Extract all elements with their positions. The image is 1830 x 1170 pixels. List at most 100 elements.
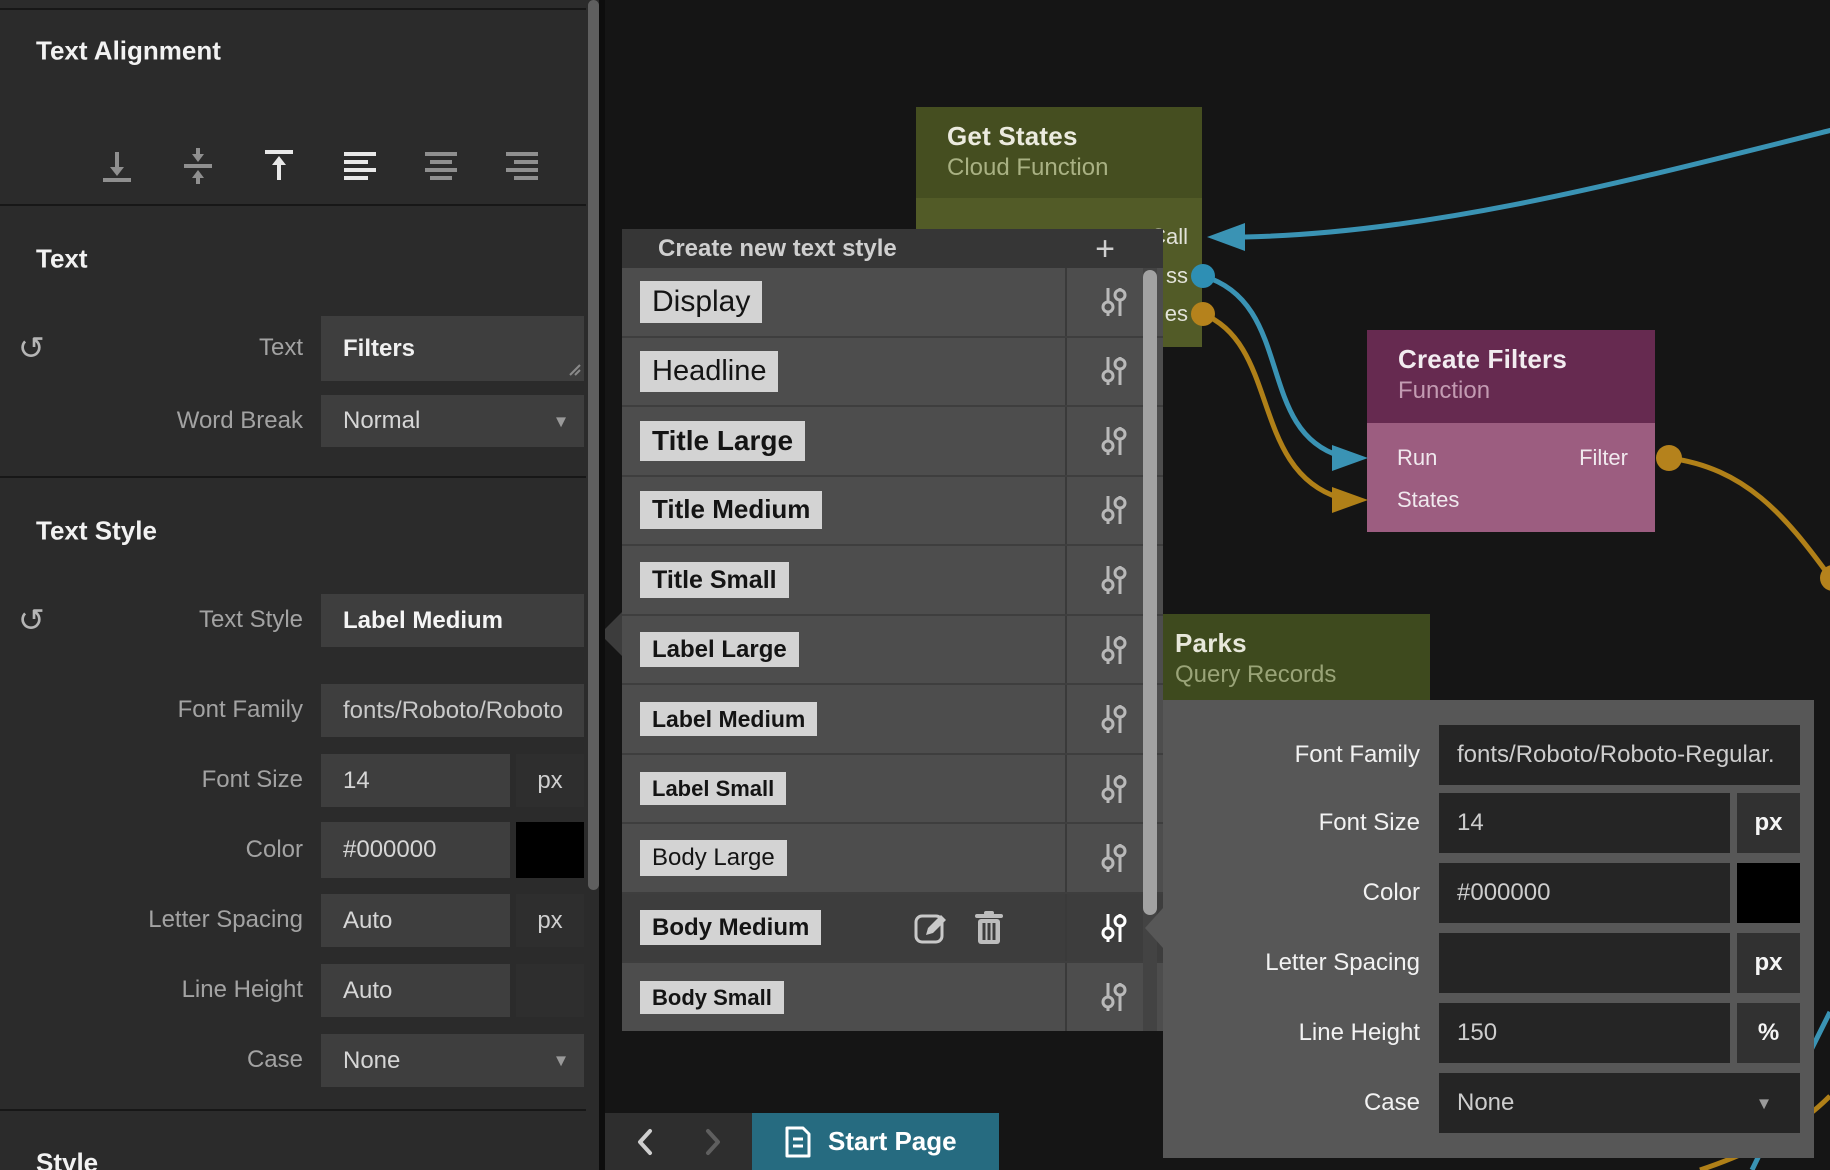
list-item-label-medium[interactable]: Label Medium — [622, 683, 1163, 753]
wire-call — [1245, 130, 1830, 237]
node-subtitle: Cloud Function — [947, 154, 1202, 182]
tab-start-page[interactable]: Start Page — [752, 1113, 999, 1170]
font-size-unit[interactable]: px — [516, 754, 584, 807]
font-family-label: Font Family — [1163, 741, 1420, 769]
node-create-filters-header: Create Filters Function — [1367, 330, 1655, 423]
list-item-body-small[interactable]: Body Small — [622, 961, 1163, 1031]
line-height-unit[interactable] — [516, 964, 584, 1017]
font-size-field[interactable]: 14 — [1439, 793, 1730, 853]
sliders-icon[interactable] — [1099, 354, 1129, 388]
filter-output-port[interactable] — [1656, 445, 1682, 471]
text-alignment-buttons — [97, 146, 542, 186]
letter-spacing-label: Letter Spacing — [0, 906, 303, 934]
states-input-arrow[interactable] — [1332, 487, 1368, 513]
word-break-select[interactable]: Normal — [321, 395, 584, 447]
page-tab-bar: Start Page — [605, 1113, 999, 1170]
text-section-heading: Text — [36, 244, 88, 275]
node-subtitle: Query Records — [1175, 661, 1430, 689]
color-swatch[interactable] — [516, 822, 584, 878]
line-height-field[interactable]: 150 — [1439, 1003, 1730, 1063]
node-subtitle: Function — [1398, 377, 1655, 405]
sliders-icon[interactable] — [1099, 980, 1129, 1014]
text-style-list: Display Headline Title Large Title Mediu… — [622, 268, 1163, 1031]
dropdown-header: Create new text style + — [622, 229, 1163, 268]
trash-icon[interactable] — [973, 910, 1005, 946]
sliders-icon[interactable] — [1099, 772, 1129, 806]
list-item-label-small[interactable]: Label Small — [622, 753, 1163, 823]
case-select[interactable]: None — [321, 1034, 584, 1087]
text-input[interactable]: Filters — [321, 316, 584, 381]
run-input-arrow[interactable] — [1332, 445, 1368, 471]
line-height-field[interactable]: Auto — [321, 964, 510, 1017]
port-success-label: ss — [1166, 263, 1188, 289]
sliders-icon[interactable] — [1099, 841, 1129, 875]
line-height-label: Line Height — [0, 976, 303, 1004]
list-item-display[interactable]: Display — [622, 268, 1163, 336]
edge-port-dot — [1820, 565, 1830, 591]
chevron-down-icon: ▾ — [556, 1048, 566, 1073]
case-label: Case — [0, 1046, 303, 1074]
align-right-icon[interactable] — [502, 146, 542, 186]
list-item-body-medium[interactable]: Body Medium — [622, 892, 1163, 962]
line-height-unit[interactable]: % — [1737, 1003, 1800, 1063]
font-family-field[interactable]: fonts/Roboto/Roboto-Regular. — [1439, 725, 1800, 785]
text-style-select[interactable]: Label Medium — [321, 594, 584, 647]
font-size-field[interactable]: 14 — [321, 754, 510, 807]
sliders-icon[interactable] — [1099, 911, 1129, 945]
port-run-label: Run — [1397, 445, 1437, 471]
align-center-icon[interactable] — [421, 146, 461, 186]
list-item-headline[interactable]: Headline — [622, 336, 1163, 406]
align-left-icon[interactable] — [340, 146, 380, 186]
sliders-icon[interactable] — [1099, 633, 1129, 667]
sliders-icon[interactable] — [1099, 285, 1129, 319]
list-item-label-large[interactable]: Label Large — [622, 614, 1163, 684]
color-field[interactable]: #000000 — [1439, 863, 1730, 923]
case-select[interactable]: None — [1439, 1073, 1800, 1133]
resize-handle-icon[interactable] — [566, 361, 582, 377]
letter-spacing-field[interactable] — [1439, 933, 1730, 993]
node-parks[interactable]: Parks Query Records — [1140, 614, 1430, 710]
create-new-text-style-label: Create new text style — [658, 235, 1095, 263]
sliders-icon[interactable] — [1099, 493, 1129, 527]
forward-icon[interactable] — [702, 1127, 724, 1157]
wire-success-run — [1203, 276, 1340, 456]
list-item-title-medium[interactable]: Title Medium — [622, 475, 1163, 545]
letter-spacing-label: Letter Spacing — [1163, 949, 1420, 977]
popup-pointer — [1145, 908, 1163, 948]
align-vertical-center-icon[interactable] — [178, 146, 218, 186]
sliders-icon[interactable] — [1099, 702, 1129, 736]
list-item-title-small[interactable]: Title Small — [622, 544, 1163, 614]
align-top-icon[interactable] — [259, 146, 299, 186]
sliders-icon[interactable] — [1099, 424, 1129, 458]
nav-history-controls — [605, 1113, 752, 1170]
back-icon[interactable] — [634, 1127, 656, 1157]
call-input-arrow[interactable] — [1207, 223, 1245, 251]
color-swatch[interactable] — [1737, 863, 1800, 923]
font-size-unit[interactable]: px — [1737, 793, 1800, 853]
node-title: Create Filters — [1398, 344, 1655, 375]
chevron-down-icon: ▾ — [1759, 1091, 1798, 1116]
letter-spacing-unit[interactable]: px — [1737, 933, 1800, 993]
text-field-label: Text — [0, 334, 303, 362]
list-item-body-large[interactable]: Body Large — [622, 822, 1163, 892]
list-item-title-large[interactable]: Title Large — [622, 405, 1163, 475]
edit-icon[interactable] — [913, 910, 949, 946]
align-bottom-icon[interactable] — [97, 146, 137, 186]
port-states-in-label: States — [1397, 487, 1459, 513]
dropdown-scrollbar-thumb[interactable] — [1143, 270, 1157, 915]
app-root: Get States Cloud Function Call ss es Cre… — [0, 0, 1830, 1170]
font-size-label: Font Size — [0, 766, 303, 794]
node-title: Get States — [947, 121, 1202, 152]
text-style-heading: Text Style — [36, 516, 157, 547]
node-create-filters[interactable]: Create Filters Function Run States Filte… — [1367, 330, 1655, 532]
color-field[interactable]: #000000 — [321, 822, 510, 878]
page-icon — [784, 1125, 812, 1159]
sliders-icon[interactable] — [1099, 563, 1129, 597]
text-alignment-heading: Text Alignment — [36, 36, 221, 67]
font-family-field[interactable]: fonts/Roboto/Roboto — [321, 684, 584, 737]
add-text-style-icon[interactable]: + — [1095, 232, 1115, 266]
letter-spacing-field[interactable]: Auto — [321, 894, 510, 947]
panel-scrollbar-thumb[interactable] — [588, 0, 599, 890]
letter-spacing-unit[interactable]: px — [516, 894, 584, 947]
port-states-label: es — [1165, 301, 1188, 327]
